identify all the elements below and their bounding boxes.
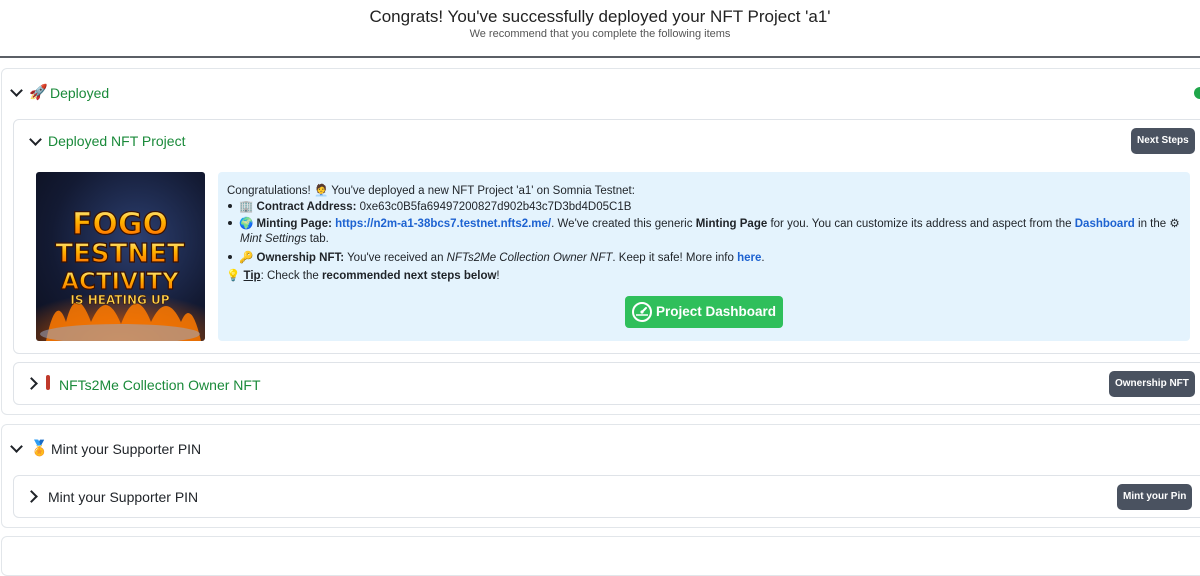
chevron-right-icon[interactable] bbox=[25, 490, 38, 503]
owner-nft-card[interactable]: NFTs2Me Collection Owner NFT Ownership N… bbox=[13, 362, 1200, 405]
minting-page-link[interactable]: https://n2m-a1-38bcs7.testnet.nfts2.me/ bbox=[335, 218, 551, 230]
ownership-label: Ownership NFT: bbox=[256, 252, 345, 264]
artwork-text-line: IS HEATING UP bbox=[70, 293, 169, 307]
deployed-section-title: Deployed bbox=[50, 85, 110, 101]
lightbulb-icon: 💡 bbox=[226, 270, 241, 282]
minting-label: Minting Page: bbox=[256, 218, 332, 230]
minting-line: 🌍 Minting Page: https://n2m-a1-38bcs7.te… bbox=[227, 216, 1180, 230]
tip-text: ! bbox=[496, 270, 500, 282]
deployed-project-title[interactable]: Deployed NFT Project bbox=[48, 133, 185, 149]
next-section bbox=[1, 536, 1200, 576]
mint-settings-text: Mint Settings bbox=[240, 233, 307, 245]
owner-nft-title: NFTs2Me Collection Owner NFT bbox=[59, 377, 261, 393]
ownership-line: 🔑 Ownership NFT: You've received an NFTs… bbox=[227, 250, 765, 264]
artwork-text-line: TESTNET bbox=[55, 239, 184, 269]
chevron-right-icon[interactable] bbox=[25, 377, 38, 390]
chevron-down-icon[interactable] bbox=[29, 133, 42, 146]
ownership-text: . Keep it safe! More info bbox=[612, 252, 734, 264]
tip-bold: recommended next steps below bbox=[321, 270, 497, 282]
ownership-nft-name: NFTs2Me Collection Owner NFT bbox=[446, 252, 613, 264]
contract-address[interactable]: 0xe63c0B5fa69497200827d902b43c7D3bd4D05C… bbox=[360, 201, 632, 213]
globe-icon: 🌍 bbox=[239, 218, 254, 230]
rocket-icon: 🚀 bbox=[29, 84, 48, 101]
deployment-info-panel: Congratulations! 🧑‍💼 You've deployed a n… bbox=[218, 172, 1190, 341]
project-dashboard-button[interactable]: Project Dashboard bbox=[625, 296, 783, 328]
dashboard-link[interactable]: Dashboard bbox=[1075, 218, 1135, 230]
building-icon: 🏢 bbox=[239, 201, 254, 213]
medal-icon: 🏅 bbox=[30, 440, 49, 457]
congrats-line: Congratulations! 🧑‍💼 You've deployed a n… bbox=[227, 183, 635, 197]
minting-text: . We've created this generic bbox=[551, 218, 693, 230]
tip-label: Tip bbox=[243, 270, 261, 282]
page-subtitle: We recommend that you complete the follo… bbox=[469, 28, 731, 40]
deployed-section-header[interactable]: 🚀 Deployed bbox=[2, 69, 1200, 117]
project-artwork: FOGO TESTNET ACTIVITY IS HEATING UP bbox=[36, 206, 205, 341]
minting-bold: Minting Page bbox=[695, 218, 768, 230]
minting-text: in the bbox=[1138, 218, 1167, 230]
artwork-text-line: ACTIVITY bbox=[61, 269, 179, 295]
project-image: FOGO TESTNET ACTIVITY IS HEATING UP bbox=[36, 172, 205, 341]
page-title: Congrats! You've successfully deployed y… bbox=[369, 7, 831, 26]
supporter-pin-card[interactable]: Mint your Supporter PIN Mint your Pin bbox=[13, 475, 1200, 518]
chevron-down-icon[interactable] bbox=[10, 440, 23, 453]
congrats-prefix: Congratulations! bbox=[227, 185, 311, 197]
celebration-icon: 🧑‍💼 bbox=[313, 185, 329, 197]
tip-text: : Check the bbox=[260, 270, 319, 282]
supporter-section-title: Mint your Supporter PIN bbox=[51, 441, 202, 457]
next-steps-button[interactable]: Next Steps bbox=[1131, 128, 1195, 154]
status-indicator bbox=[1194, 87, 1200, 99]
mint-settings-line: Mint Settings tab. bbox=[240, 233, 329, 245]
more-info-link[interactable]: here bbox=[737, 252, 761, 264]
mint-pin-button[interactable]: Mint your Pin bbox=[1117, 484, 1193, 510]
contract-line: 🏢 Contract Address: 0xe63c0B5fa694972008… bbox=[227, 199, 631, 213]
contract-label: Contract Address: bbox=[256, 201, 357, 213]
congrats-text: You've deployed a new NFT Project 'a1' o… bbox=[331, 185, 635, 197]
page-header: Congrats! You've successfully deployed y… bbox=[0, 0, 1200, 58]
tip-line: 💡 Tip: Check the recommended next steps … bbox=[226, 268, 500, 282]
dashboard-icon bbox=[632, 302, 652, 322]
ownership-nft-button[interactable]: Ownership NFT bbox=[1109, 371, 1195, 397]
supporter-section: 🏅 Mint your Supporter PIN Mint your Supp… bbox=[1, 424, 1200, 528]
gear-icon: ⚙ bbox=[1169, 218, 1180, 230]
chevron-down-icon[interactable] bbox=[10, 84, 23, 97]
supporter-section-header[interactable]: 🏅 Mint your Supporter PIN bbox=[2, 425, 1200, 473]
ownership-text: . bbox=[761, 252, 765, 264]
minting-text: for you. You can customize its address a… bbox=[770, 218, 1072, 230]
ownership-text: You've received an bbox=[347, 252, 444, 264]
supporter-pin-title: Mint your Supporter PIN bbox=[48, 489, 199, 505]
artwork-text-line: FOGO bbox=[72, 207, 168, 242]
key-icon: 🔑 bbox=[239, 252, 254, 264]
pin-icon bbox=[46, 375, 50, 390]
minting-text: tab. bbox=[309, 233, 329, 245]
project-dashboard-label: Project Dashboard bbox=[656, 304, 777, 319]
